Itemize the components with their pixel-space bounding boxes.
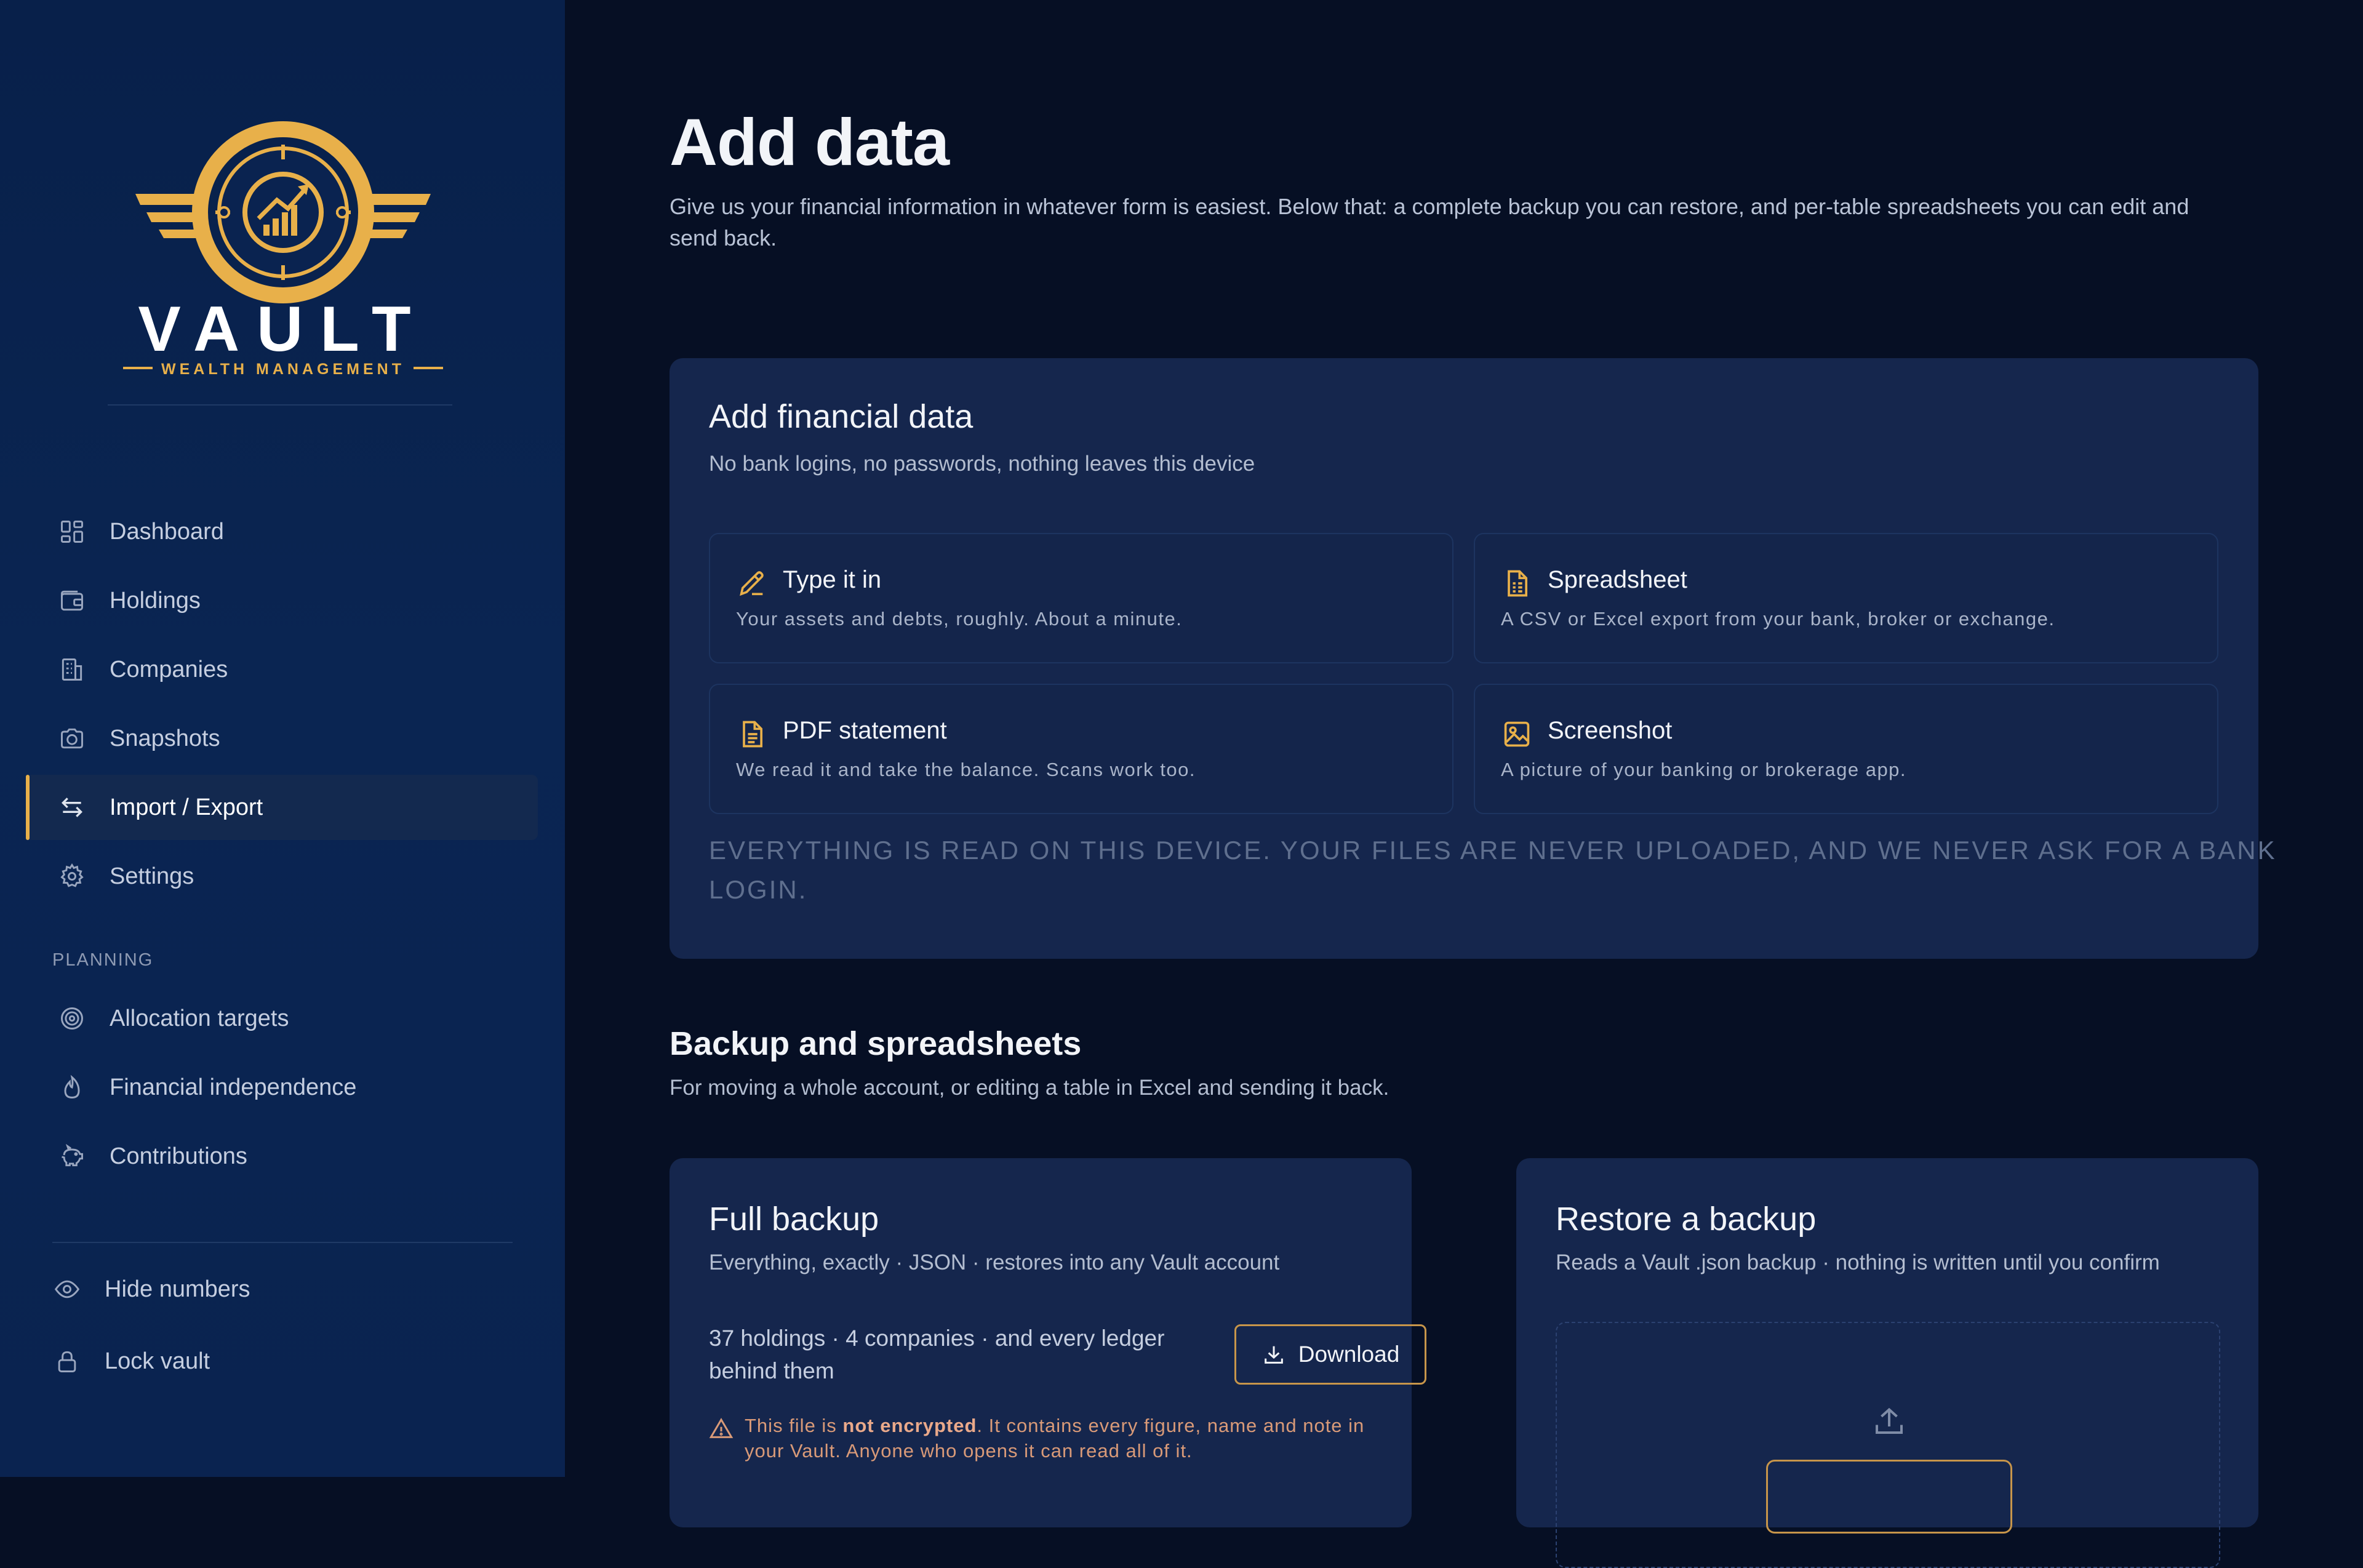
- sidebar-item-label: Contributions: [110, 1143, 247, 1169]
- piggy-bank-icon: [57, 1141, 87, 1172]
- sidebar-item-label: Dashboard: [110, 518, 224, 545]
- backup-section-subtitle: For moving a whole account, or editing a…: [670, 1076, 1389, 1100]
- sidebar-item-holdings[interactable]: Holdings: [26, 568, 538, 633]
- option-type-it-in[interactable]: Type it in Your assets and debts, roughl…: [709, 533, 1453, 663]
- restore-dropzone[interactable]: [1556, 1322, 2220, 1568]
- card-subtitle: Everything, exactly · JSON · restores in…: [709, 1250, 1280, 1274]
- sidebar-item-label: Companies: [110, 656, 228, 682]
- lock-vault-button[interactable]: Lock vault: [26, 1329, 538, 1394]
- target-icon: [57, 1003, 87, 1034]
- option-spreadsheet[interactable]: Spreadsheet A CSV or Excel export from y…: [1474, 533, 2218, 663]
- option-desc: We read it and take the balance. Scans w…: [736, 759, 1196, 780]
- unencrypted-warning: This file is not encrypted. It contains …: [709, 1413, 1386, 1463]
- pencil-icon: [736, 567, 768, 599]
- lock-vault-label: Lock vault: [105, 1348, 210, 1374]
- warning-icon: [709, 1417, 734, 1441]
- backup-section-title: Backup and spreadsheets: [670, 1025, 1082, 1062]
- option-desc: Your assets and debts, roughly. About a …: [736, 608, 1183, 630]
- spreadsheet-file-icon: [1501, 567, 1533, 599]
- sidebar-item-snapshots[interactable]: Snapshots: [26, 706, 538, 771]
- sidebar-item-import-export[interactable]: Import / Export: [26, 775, 538, 840]
- camera-icon: [57, 723, 87, 754]
- sidebar: VAULT WEALTH MANAGEMENT Dashboard Holdin…: [0, 0, 565, 1477]
- vault-logo: VAULT WEALTH MANAGEMENT: [111, 120, 455, 409]
- logo-divider: [108, 404, 452, 406]
- sidebar-item-settings[interactable]: Settings: [26, 844, 538, 909]
- sidebar-item-companies[interactable]: Companies: [26, 637, 538, 702]
- document-icon: [736, 718, 768, 750]
- privacy-footnote: Everything is read on this device. Your …: [709, 836, 2277, 904]
- sidebar-item-allocation-targets[interactable]: Allocation targets: [26, 986, 538, 1051]
- sidebar-item-dashboard[interactable]: Dashboard: [26, 499, 538, 564]
- card-title: Full backup: [709, 1201, 879, 1238]
- sidebar-item-label: Snapshots: [110, 725, 220, 751]
- card-subtitle: Reads a Vault .json backup · nothing is …: [1556, 1250, 2160, 1274]
- image-icon: [1501, 718, 1533, 750]
- option-title: Spreadsheet: [1548, 566, 1687, 593]
- option-screenshot[interactable]: Screenshot A picture of your banking or …: [1474, 684, 2218, 814]
- brand-wordmark: VAULT: [138, 294, 428, 365]
- option-desc: A picture of your banking or brokerage a…: [1501, 759, 1907, 780]
- download-icon: [1261, 1342, 1286, 1367]
- sidebar-divider: [52, 1242, 513, 1243]
- hide-numbers-label: Hide numbers: [105, 1276, 250, 1302]
- hide-numbers-toggle[interactable]: Hide numbers: [26, 1257, 538, 1322]
- upload-icon: [1871, 1402, 1908, 1439]
- download-label: Download: [1298, 1342, 1400, 1367]
- eye-icon: [52, 1274, 82, 1305]
- page-description: Give us your financial information in wh…: [670, 194, 2189, 250]
- card-title: Add financial data: [709, 398, 974, 435]
- sidebar-item-label: Settings: [110, 863, 194, 889]
- full-backup-card: Full backup Everything, exactly · JSON ·…: [670, 1158, 1426, 1527]
- brand-tagline: WEALTH MANAGEMENT: [161, 361, 405, 378]
- card-title: Restore a backup: [1556, 1201, 1817, 1238]
- planning-section-label: PLANNING: [52, 950, 154, 970]
- sidebar-item-contributions[interactable]: Contributions: [26, 1124, 538, 1189]
- sidebar-item-label: Import / Export: [110, 794, 263, 820]
- building-icon: [57, 654, 87, 685]
- warning-emphasis: not encrypted: [842, 1415, 977, 1436]
- sidebar-item-label: Financial independence: [110, 1074, 357, 1100]
- restore-backup-card: Restore a backup Reads a Vault .json bac…: [1516, 1158, 2258, 1568]
- option-pdf-statement[interactable]: PDF statement We read it and take the ba…: [709, 684, 1453, 814]
- option-title: PDF statement: [783, 717, 947, 744]
- option-title: Type it in: [783, 566, 882, 593]
- card-subtitle: No bank logins, no passwords, nothing le…: [709, 452, 1255, 476]
- choose-file-button[interactable]: [1766, 1460, 2012, 1534]
- dashboard-icon: [57, 516, 87, 547]
- add-financial-data-card: Add financial data No bank logins, no pa…: [670, 358, 2275, 959]
- gear-icon: [57, 861, 87, 892]
- vault-emblem-icon: VAULT WEALTH MANAGEMENT: [123, 121, 443, 378]
- flame-icon: [57, 1072, 87, 1103]
- backup-stats: 37 holdings · 4 companies · and every le…: [709, 1326, 1165, 1383]
- sidebar-item-financial-independence[interactable]: Financial independence: [26, 1055, 538, 1120]
- arrows-exchange-icon: [57, 792, 87, 823]
- sidebar-item-label: Holdings: [110, 587, 201, 614]
- wallet-icon: [57, 585, 87, 616]
- warning-prefix: This file is: [745, 1415, 843, 1436]
- option-title: Screenshot: [1548, 717, 1673, 744]
- page-title: Add data: [670, 105, 950, 179]
- sidebar-item-label: Allocation targets: [110, 1005, 289, 1031]
- download-button[interactable]: Download: [1234, 1324, 1426, 1385]
- option-desc: A CSV or Excel export from your bank, br…: [1501, 608, 2055, 630]
- main-content: Add data Give us your financial informat…: [565, 0, 2363, 1568]
- lock-icon: [52, 1346, 82, 1377]
